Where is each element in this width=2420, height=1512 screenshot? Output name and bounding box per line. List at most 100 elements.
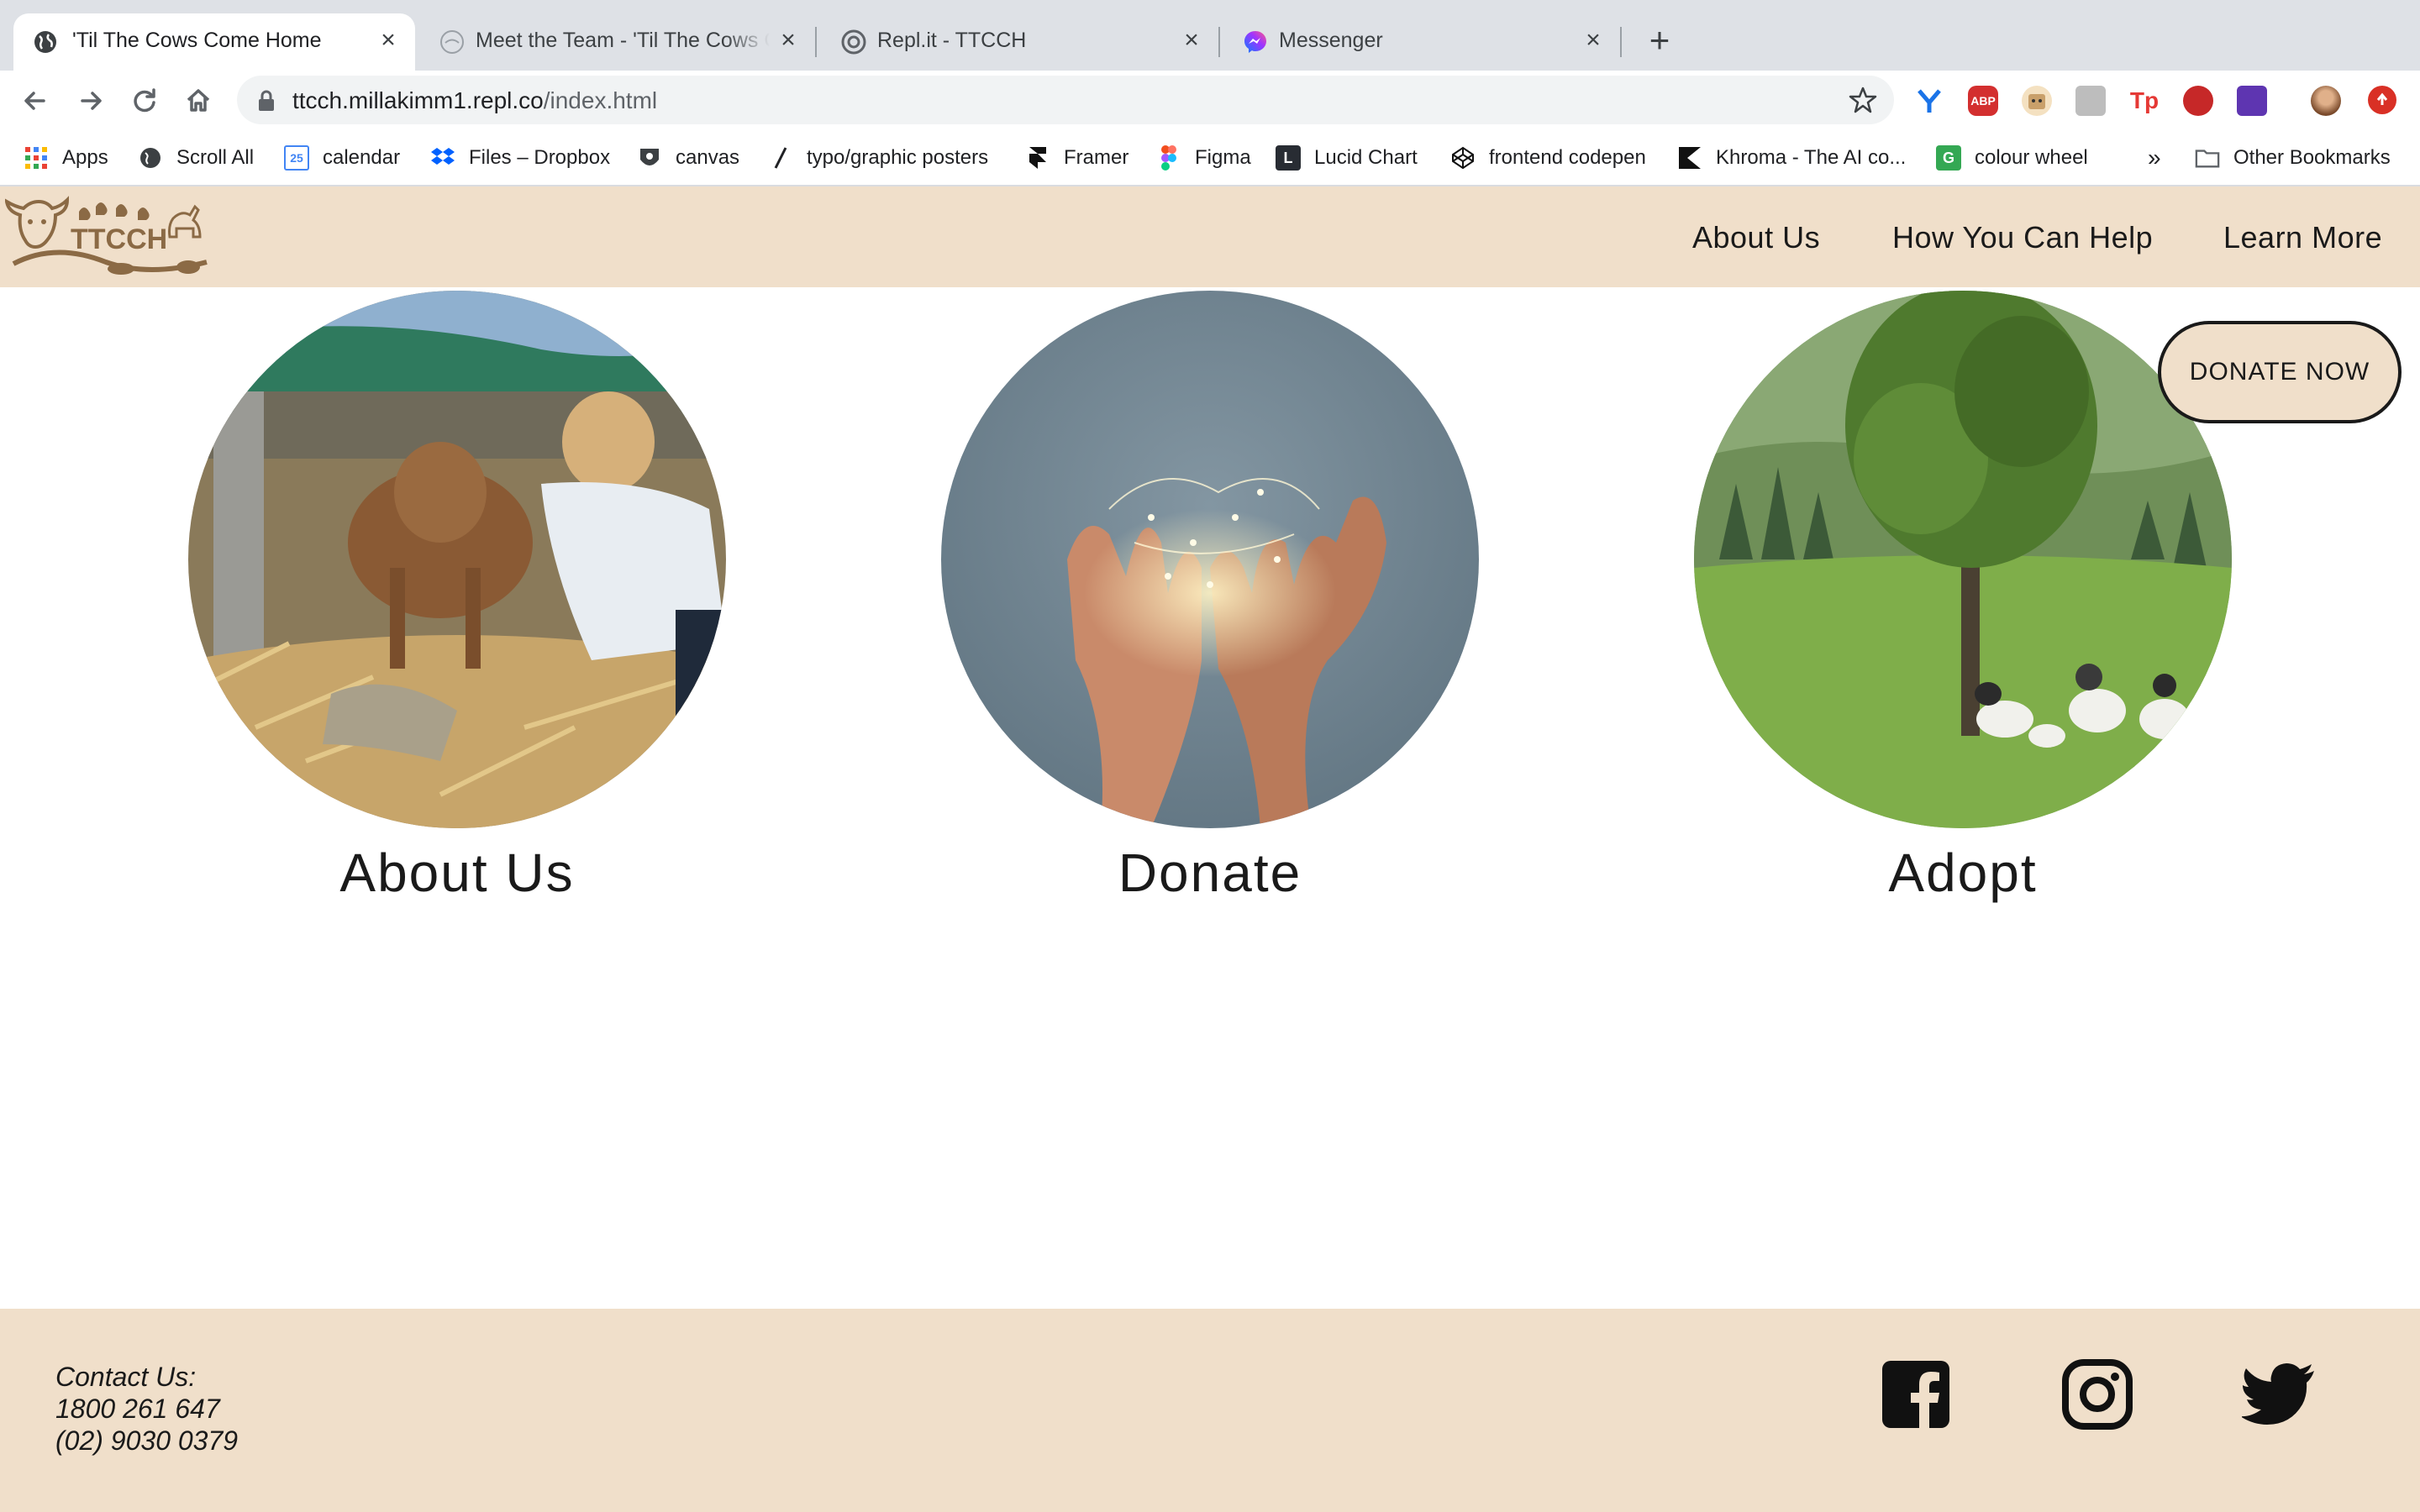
donate-card-title[interactable]: Donate xyxy=(941,842,1479,904)
close-tab-icon[interactable]: × xyxy=(775,27,802,54)
bookmark-label: calendar xyxy=(323,146,401,169)
calendar-icon: 25 xyxy=(284,145,309,171)
tab-title: Messenger xyxy=(1279,29,1383,52)
bookmark-typo-posters[interactable]: typo/graphic posters xyxy=(768,143,988,173)
forward-arrow-icon[interactable] xyxy=(72,82,109,119)
bookmark-label: Framer xyxy=(1064,146,1129,169)
slash-icon xyxy=(768,145,793,171)
extension-red-circle-icon[interactable] xyxy=(2183,86,2213,116)
instagram-icon[interactable] xyxy=(2062,1359,2133,1430)
calf-photo xyxy=(188,291,726,828)
site-footer: Contact Us: 1800 261 647 (02) 9030 0379 xyxy=(0,1309,2420,1512)
cow-logo-icon: TTCCH xyxy=(4,196,208,275)
apps-grid-icon xyxy=(24,145,49,171)
tab-separator xyxy=(815,27,817,57)
bookmarks-overflow-button[interactable]: » xyxy=(2148,143,2161,173)
bookmark-label: Apps xyxy=(62,146,108,169)
donate-image[interactable] xyxy=(941,291,1479,828)
bookmark-lucid-chart[interactable]: L Lucid Chart xyxy=(1276,143,1418,173)
other-bookmarks-folder[interactable]: Other Bookmarks xyxy=(2195,143,2391,173)
twitter-icon[interactable] xyxy=(2242,1359,2316,1430)
extension-gray-icon[interactable] xyxy=(2075,86,2106,116)
extension-tp-icon[interactable]: Tp xyxy=(2129,86,2160,116)
tab-messenger[interactable]: Messenger × xyxy=(1223,13,1618,71)
canvas-icon xyxy=(637,145,662,171)
nav-about-us[interactable]: About Us xyxy=(1692,220,1820,255)
dropbox-icon xyxy=(430,145,455,171)
about-us-card-title[interactable]: About Us xyxy=(188,842,726,904)
url-host: ttcch.millakimm1.repl.co xyxy=(292,87,544,113)
close-tab-icon[interactable]: × xyxy=(1178,27,1205,54)
site-logo[interactable]: TTCCH xyxy=(4,193,215,281)
tab-home[interactable]: 'Til The Cows Come Home × xyxy=(13,13,415,71)
contact-heading: Contact Us: xyxy=(55,1362,197,1392)
back-arrow-icon[interactable] xyxy=(17,82,54,119)
extension-y-icon[interactable] xyxy=(1914,86,1944,116)
update-icon[interactable] xyxy=(2368,86,2396,114)
tab-title: 'Til The Cows Come Home xyxy=(72,29,322,52)
facebook-icon[interactable] xyxy=(1881,1359,1951,1430)
bookmark-label: Figma xyxy=(1195,146,1251,169)
url-path: /index.html xyxy=(543,87,658,113)
new-tab-button[interactable]: + xyxy=(1643,23,1676,59)
adopt-card-title[interactable]: Adopt xyxy=(1694,842,2232,904)
globe-icon xyxy=(34,31,56,53)
bookmark-apps[interactable]: Apps xyxy=(24,143,108,173)
bookmark-codepen[interactable]: frontend codepen xyxy=(1450,143,1646,173)
webpage: TTCCH About Us How You Can Help Learn Mo… xyxy=(0,186,2420,1512)
logo-text: TTCCH xyxy=(71,223,167,255)
lucidchart-icon: L xyxy=(1276,145,1301,171)
bookmark-colour-wheel[interactable]: G colour wheel xyxy=(1936,143,2088,173)
bookmark-star-icon[interactable] xyxy=(1849,86,1877,114)
folder-icon xyxy=(2195,145,2220,171)
phone-number-2[interactable]: (02) 9030 0379 xyxy=(55,1425,238,1457)
bookmark-canvas[interactable]: canvas xyxy=(637,143,739,173)
bookmark-khroma[interactable]: Khroma - The AI co... xyxy=(1677,143,1906,173)
bookmark-label: colour wheel xyxy=(1975,146,2088,169)
url-text: ttcch.millakimm1.repl.co/index.html xyxy=(292,87,657,114)
tab-title: Repl.it - TTCCH xyxy=(877,29,1027,52)
close-tab-icon[interactable]: × xyxy=(1580,27,1607,54)
nav-how-you-can-help[interactable]: How You Can Help xyxy=(1892,220,2153,255)
close-tab-icon[interactable]: × xyxy=(375,27,402,54)
hands-with-lights-photo xyxy=(941,291,1479,828)
nav-learn-more[interactable]: Learn More xyxy=(2223,220,2382,255)
tab-meet-the-team[interactable]: Meet the Team - 'Til The Cows Co × xyxy=(420,13,815,71)
bookmark-calendar[interactable]: 25 calendar xyxy=(284,143,400,173)
goats-under-tree-photo xyxy=(1694,291,2232,828)
tab-replit[interactable]: Repl.it - TTCCH × xyxy=(822,13,1217,71)
bookmark-label: Other Bookmarks xyxy=(2233,146,2391,169)
bookmark-framer[interactable]: Framer xyxy=(1025,143,1128,173)
codepen-icon xyxy=(1450,145,1476,171)
bookmark-label: Lucid Chart xyxy=(1314,146,1418,169)
address-bar[interactable]: ttcch.millakimm1.repl.co/index.html xyxy=(237,76,1894,124)
profile-avatar[interactable] xyxy=(2311,86,2341,116)
extension-purple-icon[interactable] xyxy=(2237,86,2267,116)
donate-now-button[interactable]: DONATE NOW xyxy=(2158,321,2402,423)
adblock-plus-icon[interactable]: ABP xyxy=(1968,86,1998,116)
about-us-image[interactable] xyxy=(188,291,726,828)
globe-icon xyxy=(138,145,163,171)
framer-icon xyxy=(1025,145,1050,171)
site-header: TTCCH About Us How You Can Help Learn Mo… xyxy=(0,186,2420,287)
bookmark-label: frontend codepen xyxy=(1489,146,1646,169)
bookmark-dropbox[interactable]: Files – Dropbox xyxy=(430,143,610,173)
replit-icon xyxy=(841,29,866,55)
tab-separator xyxy=(1218,27,1220,57)
bookmark-label: canvas xyxy=(676,146,740,169)
colour-wheel-icon: G xyxy=(1936,145,1961,171)
cow-logo-icon xyxy=(440,30,464,54)
reload-icon[interactable] xyxy=(126,82,163,119)
home-icon[interactable] xyxy=(180,82,217,119)
adopt-image[interactable] xyxy=(1694,291,2232,828)
tab-title: Meet the Team - 'Til The Cows Co xyxy=(476,29,770,52)
lock-icon xyxy=(259,90,274,111)
phone-number-1[interactable]: 1800 261 647 xyxy=(55,1393,238,1425)
browser-tab-strip: 'Til The Cows Come Home × Meet the Team … xyxy=(0,0,2420,71)
bookmark-figma[interactable]: Figma xyxy=(1156,143,1251,173)
bookmark-label: Scroll All xyxy=(176,146,255,169)
bookmark-scroll-all[interactable]: Scroll All xyxy=(138,143,254,173)
bookmark-label: Khroma - The AI co... xyxy=(1716,146,1907,169)
khroma-icon xyxy=(1677,145,1702,171)
extension-face-icon[interactable] xyxy=(2022,86,2052,116)
